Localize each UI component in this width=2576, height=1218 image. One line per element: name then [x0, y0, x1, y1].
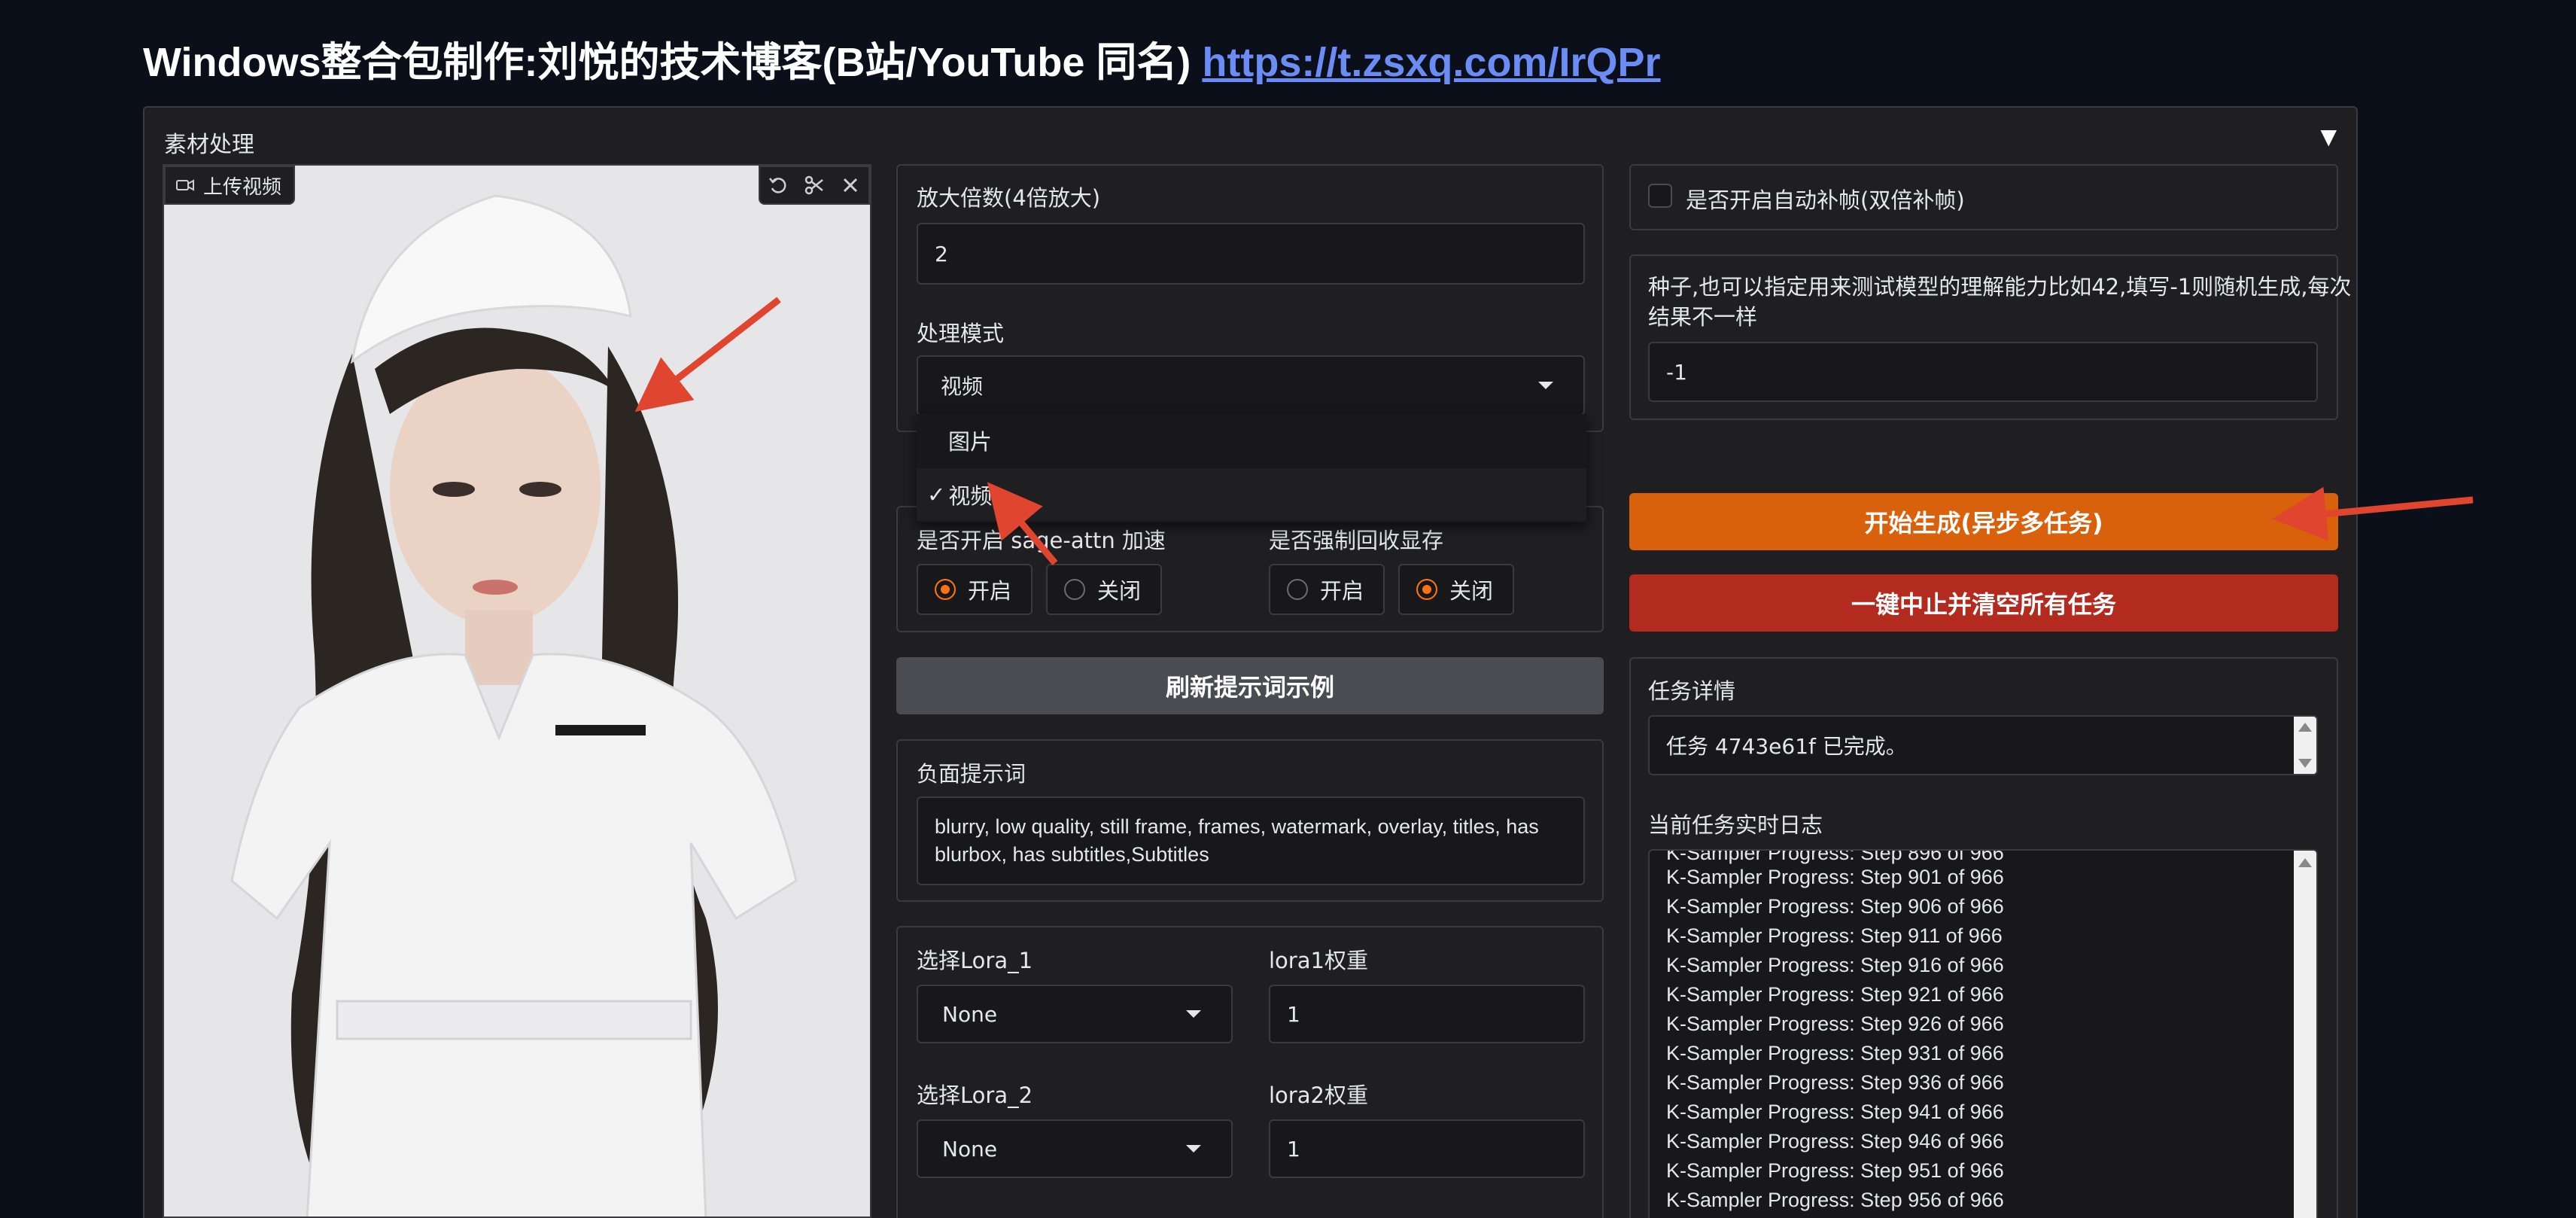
task-log-textbox[interactable]: K-Sampler Progress: Step 896 of 966 K-Sa… [1648, 849, 2318, 1218]
sage-attn-label: 是否开启 sage-attn 加速 [917, 528, 1166, 553]
sage-attn-on-option[interactable]: 开启 [917, 564, 1033, 615]
log-line: K-Sampler Progress: Step 911 of 966 [1666, 924, 2003, 947]
sage-attn-off-label: 关闭 [1097, 578, 1142, 604]
seed-input[interactable]: -1 [1648, 342, 2318, 402]
log-line: K-Sampler Progress: Step 921 of 966 [1666, 983, 2004, 1006]
lora2-select-value: None [942, 1136, 998, 1162]
mode-option-video-label: 视频 [948, 483, 993, 509]
log-line: K-Sampler Progress: Step 916 of 966 [1666, 954, 2004, 976]
scale-label: 放大倍数(4倍放大) [917, 185, 1101, 211]
scroll-up-icon[interactable] [2298, 723, 2312, 732]
stop-all-tasks-button[interactable]: 一键中止并清空所有任务 [1629, 574, 2338, 632]
task-log-label: 当前任务实时日志 [1648, 812, 1823, 838]
title-link[interactable]: https://t.zsxq.com/IrQPr [1202, 40, 1660, 85]
log-line: K-Sampler Progress: Step 901 of 966 [1666, 866, 2004, 888]
scissors-icon[interactable] [796, 167, 832, 203]
lora1-label: 选择Lora_1 [917, 948, 1033, 973]
frame-interp-checkbox[interactable] [1648, 184, 1672, 208]
lora2-weight-label: lora2权重 [1269, 1082, 1368, 1108]
panel-title: 素材处理 [164, 132, 254, 158]
task-details-textbox[interactable]: 任务 4743e61f 已完成。 [1648, 715, 2318, 775]
media-toolbar [759, 166, 870, 205]
lora1-weight-label: lora1权重 [1269, 948, 1368, 973]
video-camera-icon [176, 179, 194, 191]
mode-dropdown-menu: 图片 ✓ 视频 [917, 414, 1586, 522]
undo-icon[interactable] [760, 167, 796, 203]
mode-option-image-label: 图片 [948, 429, 993, 455]
scroll-down-icon[interactable] [2298, 759, 2312, 768]
mode-option-image[interactable]: 图片 [917, 414, 1586, 467]
scroll-up-icon[interactable] [2298, 858, 2312, 867]
upload-label: 上传视频 [203, 175, 282, 199]
task-details-scrollbar[interactable] [2294, 717, 2316, 774]
lora1-weight-input[interactable]: 1 [1269, 985, 1585, 1043]
log-line: K-Sampler Progress: Step 936 of 966 [1666, 1071, 2004, 1094]
mode-option-video[interactable]: ✓ 视频 [917, 468, 1586, 521]
lora2-select[interactable]: None [917, 1119, 1233, 1178]
mode-label: 处理模式 [917, 321, 1005, 346]
log-line: K-Sampler Progress: Step 896 of 966 [1666, 849, 2004, 864]
log-line: K-Sampler Progress: Step 956 of 966 [1666, 1189, 2004, 1211]
log-line: K-Sampler Progress: Step 946 of 966 [1666, 1130, 2004, 1153]
lora2-label: 选择Lora_2 [917, 1082, 1033, 1108]
negative-prompt-label: 负面提示词 [917, 761, 1026, 787]
force-gc-off-label: 关闭 [1449, 578, 1494, 604]
title-text: Windows整合包制作:刘悦的技术博客(B站/YouTube 同名) [143, 40, 1191, 85]
sage-attn-on-label: 开启 [968, 578, 1012, 604]
check-icon: ✓ [927, 482, 946, 507]
task-details-value: 任务 4743e61f 已完成。 [1666, 734, 1907, 759]
mode-select-value: 视频 [941, 374, 984, 399]
seed-label-line-1: 种子,也可以指定用来测试模型的理解能力比如42,填写-1则随机生成,每次 [1648, 274, 2352, 300]
media-preview[interactable]: 上传视频 [163, 164, 871, 1218]
log-line: K-Sampler Progress: Step 906 of 966 [1666, 895, 2004, 918]
force-gc-on-label: 开启 [1320, 578, 1364, 604]
chevron-down-icon [1186, 1010, 1201, 1018]
log-line: K-Sampler Progress: Step 941 of 966 [1666, 1101, 2004, 1123]
radio-selected-icon [1416, 579, 1437, 600]
start-generate-button[interactable]: 开始生成(异步多任务) [1629, 493, 2338, 550]
force-gc-off-option[interactable]: 关闭 [1398, 564, 1514, 615]
sage-attn-off-option[interactable]: 关闭 [1046, 564, 1162, 615]
log-line: K-Sampler Progress: Step 951 of 966 [1666, 1159, 2004, 1182]
log-line: K-Sampler Progress: Step 931 of 966 [1666, 1042, 2004, 1064]
negative-prompt-line-2: blurbox, has subtitles,Subtitles [935, 843, 1209, 866]
task-log-scrollbar[interactable] [2294, 851, 2316, 1218]
page-title: Windows整合包制作:刘悦的技术博客(B站/YouTube 同名) http… [143, 29, 1661, 88]
mode-select[interactable]: 视频 [917, 355, 1585, 416]
lora2-weight-input[interactable]: 1 [1269, 1119, 1585, 1178]
log-line: K-Sampler Progress: Step 926 of 966 [1666, 1012, 2004, 1035]
negative-prompt-textarea[interactable]: blurry, low quality, still frame, frames… [917, 796, 1585, 885]
force-gc-label: 是否强制回收显存 [1269, 528, 1444, 553]
lora1-select-value: None [942, 1001, 998, 1027]
lora1-select[interactable]: None [917, 985, 1233, 1043]
upload-video-tag[interactable]: 上传视频 [164, 166, 296, 205]
preview-image [164, 166, 870, 1216]
force-gc-on-option[interactable]: 开启 [1269, 564, 1385, 615]
chevron-down-icon [1538, 382, 1553, 389]
task-details-label: 任务详情 [1648, 678, 1736, 704]
scale-input[interactable]: 2 [917, 223, 1585, 285]
refresh-prompt-button[interactable]: 刷新提示词示例 [896, 657, 1604, 714]
radio-selected-icon [935, 579, 956, 600]
collapse-toggle-icon[interactable]: ▼ [2320, 124, 2337, 149]
radio-unselected-icon [1287, 579, 1308, 600]
radio-unselected-icon [1064, 579, 1085, 600]
chevron-down-icon [1186, 1145, 1201, 1153]
frame-interp-label: 是否开启自动补帧(双倍补帧) [1686, 187, 1965, 213]
close-icon[interactable] [832, 167, 868, 203]
negative-prompt-line-1: blurry, low quality, still frame, frames… [935, 815, 1539, 838]
seed-label-line-2: 结果不一样 [1648, 304, 1758, 330]
